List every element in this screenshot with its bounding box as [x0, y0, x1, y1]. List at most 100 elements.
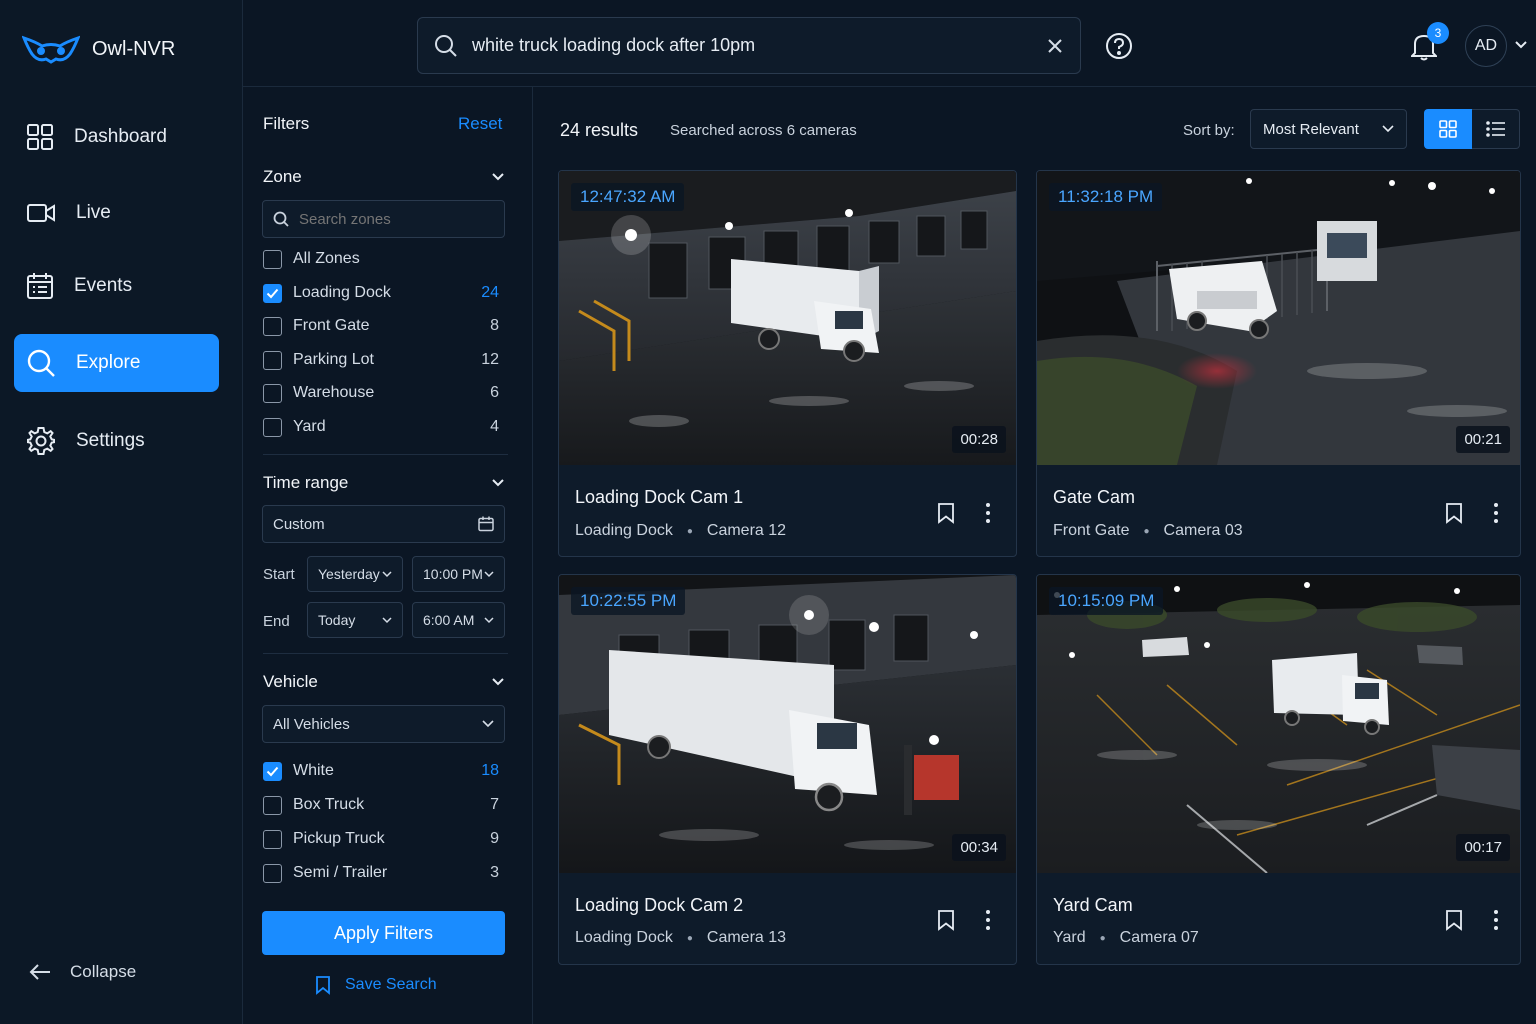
vehicle-option-white[interactable]: White 18	[263, 759, 499, 783]
bookmark-icon[interactable]	[937, 502, 955, 524]
checkbox[interactable]	[263, 383, 282, 403]
more-options-icon[interactable]	[1491, 909, 1501, 931]
zone-section-header[interactable]: Zone	[263, 167, 505, 187]
calendar-list-icon	[27, 273, 53, 299]
duration-badge: 00:34	[952, 834, 1006, 861]
card-title: Loading Dock Cam 2	[575, 895, 744, 915]
checkbox[interactable]	[263, 863, 282, 883]
list-view-toggle[interactable]	[1472, 109, 1520, 149]
zone-option-all-zones[interactable]: All Zones	[263, 247, 499, 271]
checkbox[interactable]	[263, 417, 282, 437]
chevron-down-icon	[492, 173, 504, 181]
end-time-value: 6:00 AM	[423, 612, 475, 628]
nav-label: Events	[74, 275, 133, 296]
bookmark-icon[interactable]	[937, 909, 955, 931]
option-count: 7	[490, 796, 499, 813]
checkbox[interactable]	[263, 316, 282, 336]
zone-section-title: Zone	[263, 167, 302, 186]
zone-option-warehouse[interactable]: Warehouse 6	[263, 381, 499, 405]
zone-option-yard[interactable]: Yard 4	[263, 415, 499, 439]
video-thumbnail[interactable]: 10:22:55 PM 00:34	[559, 575, 1016, 873]
checkbox-checked[interactable]	[263, 283, 282, 303]
card-camera: Camera 12	[706, 522, 787, 539]
checkbox[interactable]	[263, 350, 282, 370]
video-thumbnail[interactable]: 12:47:32 AM 00:28	[559, 171, 1016, 465]
zone-option-loading-dock[interactable]: Loading Dock 24	[263, 281, 499, 305]
separator-dot: ●	[686, 932, 693, 944]
nav-item-live[interactable]: Live	[14, 184, 219, 242]
vehicle-option-semi-trailer[interactable]: Semi / Trailer 3	[263, 861, 499, 885]
reset-filters-link[interactable]: Reset	[458, 114, 502, 134]
duration-badge: 00:21	[1456, 426, 1510, 453]
separator-dot: ●	[1099, 932, 1106, 944]
card-zone: Loading Dock	[575, 522, 673, 539]
search-icon	[273, 211, 289, 227]
checkbox[interactable]	[263, 829, 282, 849]
result-card[interactable]: 10:22:55 PM 00:34 Loading Dock Cam 2 Loa…	[558, 574, 1017, 965]
option-label: Box Truck	[293, 796, 365, 813]
card-title: Loading Dock Cam 1	[575, 487, 744, 507]
start-time-select[interactable]: 10:00 PM	[412, 556, 505, 592]
grid-view-toggle[interactable]	[1424, 109, 1472, 149]
option-label: Loading Dock	[293, 284, 391, 301]
vehicle-section-header[interactable]: Vehicle	[263, 672, 505, 692]
checkbox[interactable]	[263, 249, 282, 269]
bookmark-icon[interactable]	[1445, 909, 1463, 931]
vehicle-select[interactable]: All Vehicles	[262, 705, 505, 743]
option-label: Yard	[293, 418, 326, 435]
end-day-value: Today	[318, 612, 356, 628]
zone-option-front-gate[interactable]: Front Gate 8	[263, 314, 499, 338]
checkbox[interactable]	[263, 795, 282, 815]
zone-search[interactable]	[262, 200, 505, 238]
option-count: 9	[490, 830, 499, 847]
collapse-button[interactable]: Collapse	[28, 962, 136, 982]
nav-item-dashboard[interactable]: Dashboard	[14, 108, 219, 166]
save-search-button[interactable]: Save Search	[315, 975, 437, 995]
result-card[interactable]: 10:15:09 PM 00:17 Yard Cam Yard ● Camera…	[1036, 574, 1521, 965]
video-thumbnail[interactable]: 11:32:18 PM 00:21	[1037, 171, 1520, 465]
brand[interactable]: Owl-NVR	[22, 34, 175, 64]
result-card[interactable]: 12:47:32 AM 00:28 Loading Dock Cam 1 Loa…	[558, 170, 1017, 557]
vehicle-option-pickup-truck[interactable]: Pickup Truck 9	[263, 827, 499, 851]
sort-select[interactable]: Most Relevant	[1250, 109, 1407, 149]
vehicle-option-box-truck[interactable]: Box Truck 7	[263, 793, 499, 817]
apply-filters-button[interactable]: Apply Filters	[262, 911, 505, 955]
nav-item-events[interactable]: Events	[14, 257, 219, 315]
more-options-icon[interactable]	[983, 909, 993, 931]
help-icon[interactable]	[1105, 32, 1133, 60]
chevron-down-icon	[484, 570, 494, 577]
video-thumbnail[interactable]: 10:15:09 PM 00:17	[1037, 575, 1520, 873]
checkbox-checked[interactable]	[263, 761, 282, 781]
bookmark-icon[interactable]	[1445, 502, 1463, 524]
zone-option-parking-lot[interactable]: Parking Lot 12	[263, 348, 499, 372]
start-day-select[interactable]: Yesterday	[307, 556, 403, 592]
avatar[interactable]: AD	[1465, 25, 1507, 67]
end-day-select[interactable]: Today	[307, 602, 403, 638]
zone-search-input[interactable]	[299, 210, 489, 228]
gate-scene-thumbnail	[1037, 171, 1520, 465]
vehicle-select-value: All Vehicles	[273, 715, 350, 733]
nav-label: Explore	[76, 352, 141, 373]
collapse-label: Collapse	[70, 962, 137, 981]
more-options-icon[interactable]	[1491, 502, 1501, 524]
time-range-section-header[interactable]: Time range	[263, 473, 505, 493]
card-camera: Camera 03	[1163, 522, 1243, 539]
duration-badge: 00:28	[952, 426, 1006, 453]
more-options-icon[interactable]	[983, 502, 993, 524]
clear-search-icon[interactable]	[1046, 37, 1064, 55]
checkmark-icon	[266, 288, 279, 298]
option-count: 6	[490, 384, 499, 401]
result-card[interactable]: 11:32:18 PM 00:21 Gate Cam Front Gate ● …	[1036, 170, 1521, 557]
chevron-down-icon[interactable]	[1514, 40, 1528, 50]
nav-item-settings[interactable]: Settings	[14, 412, 219, 470]
option-count: 8	[490, 317, 499, 334]
end-time-select[interactable]: 6:00 AM	[412, 602, 505, 638]
video-camera-icon	[27, 204, 55, 222]
nav-item-explore[interactable]: Explore	[14, 334, 219, 392]
search-bar[interactable]	[417, 17, 1081, 74]
arrow-left-icon	[29, 964, 50, 980]
time-range-preset-select[interactable]: Custom	[262, 505, 505, 543]
sidebar: Owl-NVR Dashboard Live Events Explore Se…	[0, 0, 243, 1024]
option-label: Pickup Truck	[293, 830, 385, 847]
search-input[interactable]	[472, 35, 1046, 56]
